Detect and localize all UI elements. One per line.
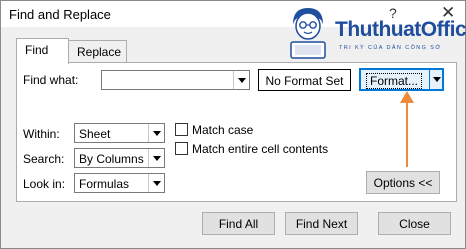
tab-find[interactable]: Find (16, 38, 69, 64)
look-in-value: Formulas (79, 177, 130, 191)
look-in-label: Look in: (23, 177, 66, 191)
within-label: Within: (23, 127, 60, 141)
chevron-down-icon[interactable] (148, 174, 164, 192)
find-next-button[interactable]: Find Next (285, 212, 358, 235)
chevron-down-icon[interactable] (148, 149, 164, 167)
options-button[interactable]: Options << (366, 171, 440, 194)
search-value: By Columns (79, 152, 144, 166)
watermark-brand: ThuthuatOffice (335, 18, 466, 41)
annotation-arrow-head (400, 91, 414, 103)
tab-find-label: Find (25, 43, 49, 57)
annotation-arrow-shaft (406, 101, 408, 167)
chevron-down-icon[interactable] (148, 124, 164, 142)
window-title: Find and Replace (9, 7, 111, 22)
format-preview: No Format Set (258, 69, 351, 91)
find-replace-dialog: Find and Replace ? ✕ ThuthuatOffice TRI … (0, 0, 466, 249)
tab-replace[interactable]: Replace (69, 40, 127, 62)
watermark-logo: ThuthuatOffice TRI KỲ CỦA DÂN CÔNG SỞ (283, 4, 466, 60)
match-case-label[interactable]: Match case (192, 123, 253, 137)
search-select[interactable]: By Columns (74, 148, 165, 168)
watermark-tagline: TRI KỲ CỦA DÂN CÔNG SỞ (339, 45, 442, 51)
within-value: Sheet (79, 127, 111, 141)
find-what-input[interactable] (101, 70, 250, 90)
match-entire-label[interactable]: Match entire cell contents (192, 142, 328, 156)
chevron-down-icon[interactable] (433, 77, 441, 82)
close-button[interactable]: Close (378, 212, 451, 235)
mascot-icon (290, 8, 326, 59)
match-entire-checkbox[interactable] (175, 142, 188, 155)
tab-replace-label: Replace (77, 45, 122, 59)
format-button-label: Format... (366, 73, 423, 89)
find-what-label: Find what: (23, 73, 79, 87)
chevron-down-icon[interactable] (233, 71, 249, 89)
format-button-divider (429, 70, 430, 89)
format-button[interactable]: Format... (359, 68, 444, 91)
match-case-checkbox[interactable] (175, 123, 188, 136)
look-in-select[interactable]: Formulas (74, 173, 165, 193)
within-select[interactable]: Sheet (74, 123, 165, 143)
find-all-button[interactable]: Find All (202, 212, 275, 235)
search-label: Search: (23, 152, 65, 166)
